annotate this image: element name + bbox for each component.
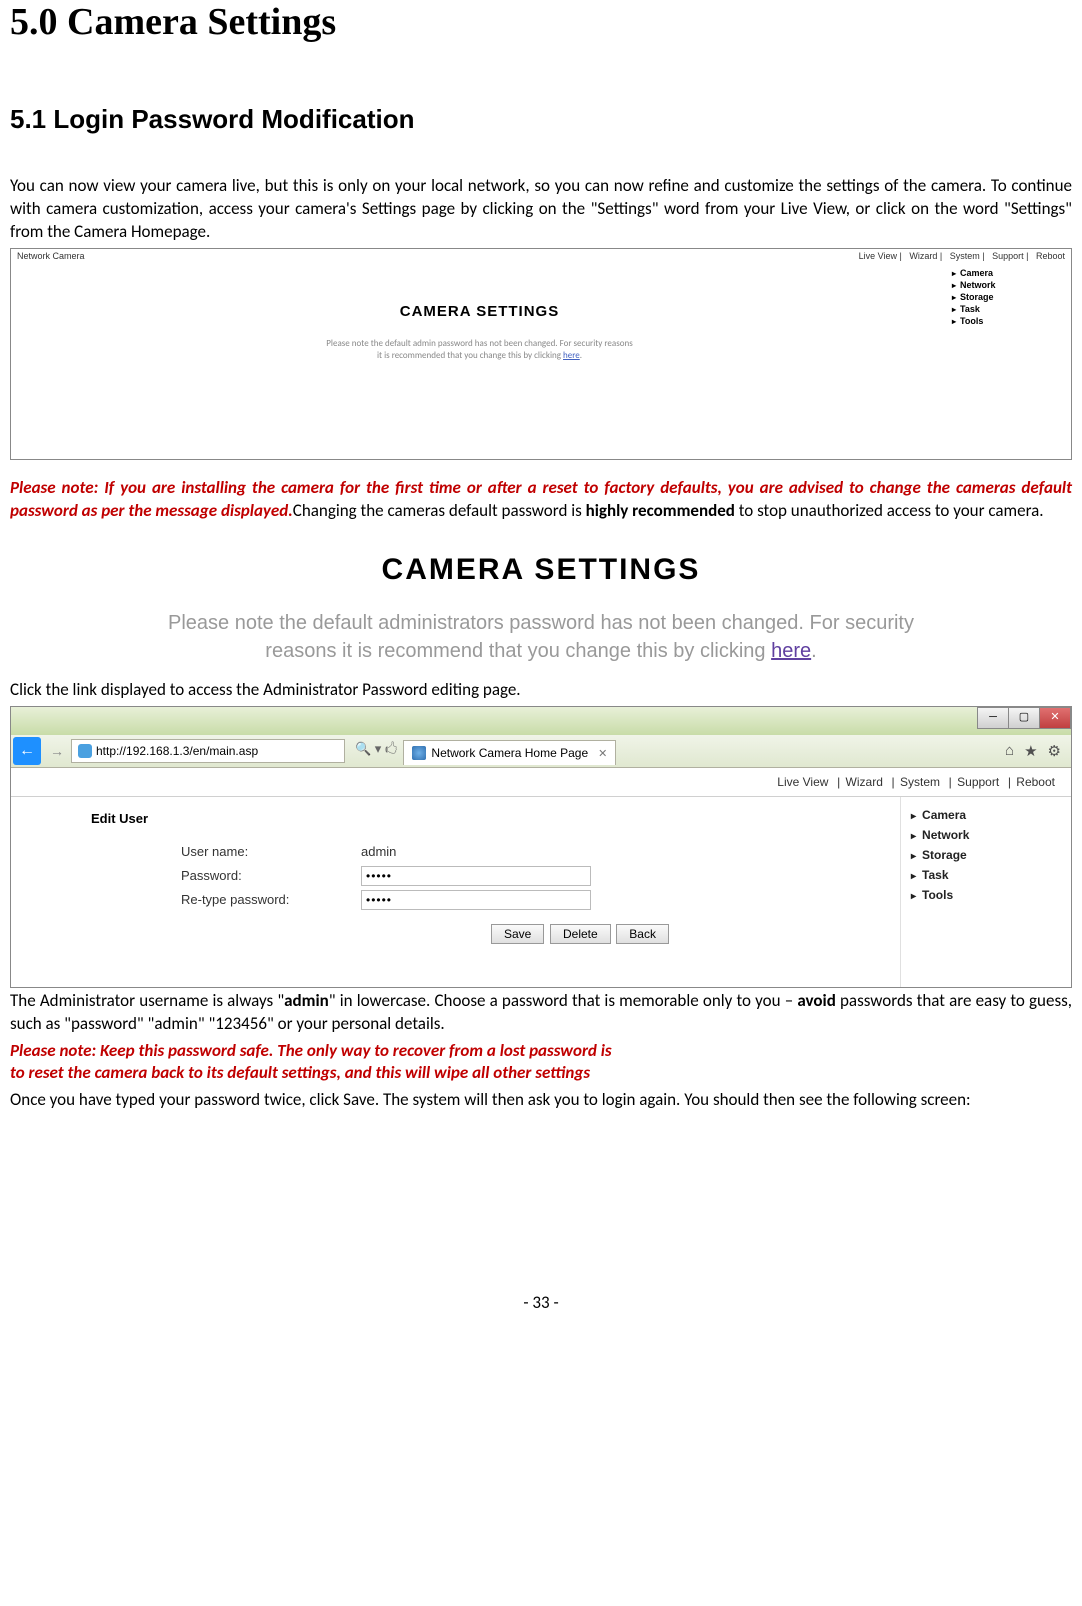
- screenshot-camera-settings-large: CAMERA SETTINGS Please note the default …: [10, 543, 1072, 675]
- label-password: Password:: [181, 868, 361, 883]
- sc1-side-storage[interactable]: Storage: [952, 291, 1067, 303]
- sc1-nav-support[interactable]: Support: [992, 251, 1024, 261]
- sc1-side-tools[interactable]: Tools: [952, 315, 1067, 327]
- pagebar-support[interactable]: Support: [957, 775, 999, 789]
- sc3-pagebar: Live View | Wizard | System | Support | …: [11, 768, 1071, 797]
- sc2-msg-line2: reasons it is recommend that you change …: [265, 640, 771, 662]
- sc1-nav-wizard[interactable]: Wizard: [909, 251, 937, 261]
- label-retype-password: Re-type password:: [181, 892, 361, 907]
- window-minimize-button[interactable]: ─: [977, 707, 1009, 729]
- sc3-titlebar: ─ ▢ ✕: [11, 707, 1071, 735]
- sc3-side-network[interactable]: Network: [911, 825, 1061, 845]
- pagebar-liveview[interactable]: Live View: [777, 775, 828, 789]
- sc1-brand: Network Camera: [17, 251, 85, 261]
- ie-icon: [78, 744, 92, 758]
- tab-title: Network Camera Home Page: [431, 746, 588, 760]
- sc2-title: CAMERA SETTINGS: [50, 553, 1032, 587]
- admin-bold1: admin: [284, 990, 329, 1011]
- sc3-side-camera[interactable]: Camera: [911, 805, 1061, 825]
- window-maximize-button[interactable]: ▢: [1008, 707, 1040, 729]
- pagebar-reboot[interactable]: Reboot: [1016, 775, 1055, 789]
- sc1-title: CAMERA SETTINGS: [11, 303, 948, 320]
- retype-password-field[interactable]: [361, 890, 591, 910]
- favorites-icon[interactable]: ★: [1024, 742, 1037, 760]
- sc1-msg-line1: Please note the default admin password h…: [326, 338, 632, 349]
- heading-2: 5.1 Login Password Modification: [10, 104, 1072, 135]
- sc3-navrow: ← → http://192.168.1.3/en/main.asp 🔍 ▾ 🖒…: [11, 735, 1071, 768]
- sc1-msg-line2: it is recommended that you change this b…: [377, 350, 563, 361]
- sc3-side-task[interactable]: Task: [911, 865, 1061, 885]
- label-username: User name:: [181, 844, 361, 859]
- gear-icon[interactable]: ⚙: [1048, 742, 1061, 760]
- home-icon[interactable]: ⌂: [1005, 742, 1014, 760]
- sc1-nav-liveview[interactable]: Live View: [859, 251, 897, 261]
- edit-user-title: Edit User: [91, 811, 860, 826]
- tab-favicon-icon: [412, 746, 426, 760]
- screenshot-edit-user-browser: ─ ▢ ✕ ← → http://192.168.1.3/en/main.asp…: [10, 706, 1072, 988]
- note1-black-a: Changing the cameras default password is: [293, 500, 586, 521]
- admin-bold2: avoid: [797, 990, 835, 1011]
- pagebar-wizard[interactable]: Wizard: [846, 775, 883, 789]
- sc1-here-link[interactable]: here: [563, 350, 580, 361]
- url-text: http://192.168.1.3/en/main.asp: [96, 744, 258, 758]
- sc3-sidebar: Camera Network Storage Task Tools: [900, 797, 1071, 987]
- sc1-nav-reboot[interactable]: Reboot: [1036, 251, 1065, 261]
- sc3-side-tools[interactable]: Tools: [911, 885, 1061, 905]
- tab-close-icon[interactable]: ✕: [598, 747, 607, 760]
- admin-username-paragraph: The Administrator username is always "ad…: [10, 990, 1072, 1036]
- admin-b: " in lowercase. Choose a password that i…: [329, 990, 798, 1011]
- password-field[interactable]: [361, 866, 591, 886]
- save-paragraph: Once you have typed your password twice,…: [10, 1089, 1072, 1112]
- search-refresh-icon[interactable]: 🔍 ▾ 🖒: [355, 740, 397, 762]
- save-button[interactable]: Save: [491, 924, 544, 944]
- delete-button[interactable]: Delete: [550, 924, 611, 944]
- sc1-side-network[interactable]: Network: [952, 279, 1067, 291]
- window-close-button[interactable]: ✕: [1039, 707, 1071, 729]
- sc1-nav: Live View | Wizard | System | Support | …: [854, 251, 1065, 261]
- page-number: - 33 -: [10, 1292, 1072, 1313]
- browser-back-button[interactable]: ←: [13, 737, 41, 765]
- sc1-side-camera[interactable]: Camera: [952, 267, 1067, 279]
- sc3-side-storage[interactable]: Storage: [911, 845, 1061, 865]
- note-2: Please note: Keep this password safe. Th…: [10, 1040, 1072, 1086]
- value-username: admin: [361, 844, 396, 859]
- note1-bold: highly recommended: [586, 500, 735, 521]
- browser-forward-button[interactable]: →: [45, 739, 69, 763]
- back-button[interactable]: Back: [616, 924, 669, 944]
- sc2-here-link[interactable]: here: [771, 640, 811, 662]
- click-link-text: Click the link displayed to access the A…: [10, 679, 1072, 702]
- browser-tab[interactable]: Network Camera Home Page ✕: [403, 740, 616, 765]
- screenshot-camera-settings-small: Network Camera Live View | Wizard | Syst…: [10, 248, 1072, 460]
- note-1: Please note: If you are installing the c…: [10, 477, 1072, 523]
- sc1-sidebar: Camera Network Storage Task Tools: [948, 263, 1071, 459]
- admin-a: The Administrator username is always ": [10, 990, 284, 1011]
- heading-1: 5.0 Camera Settings: [10, 0, 1072, 44]
- address-bar[interactable]: http://192.168.1.3/en/main.asp: [71, 739, 345, 763]
- note1-black-b: to stop unauthorized access to your came…: [735, 500, 1044, 521]
- sc1-nav-system[interactable]: System: [950, 251, 980, 261]
- sc1-side-task[interactable]: Task: [952, 303, 1067, 315]
- note2-line2: to reset the camera back to its default …: [10, 1062, 590, 1083]
- pagebar-system[interactable]: System: [900, 775, 940, 789]
- sc2-msg-line1: Please note the default administrators p…: [168, 612, 914, 634]
- intro-paragraph: You can now view your camera live, but t…: [10, 175, 1072, 244]
- note2-line1: Please note: Keep this password safe. Th…: [10, 1040, 612, 1061]
